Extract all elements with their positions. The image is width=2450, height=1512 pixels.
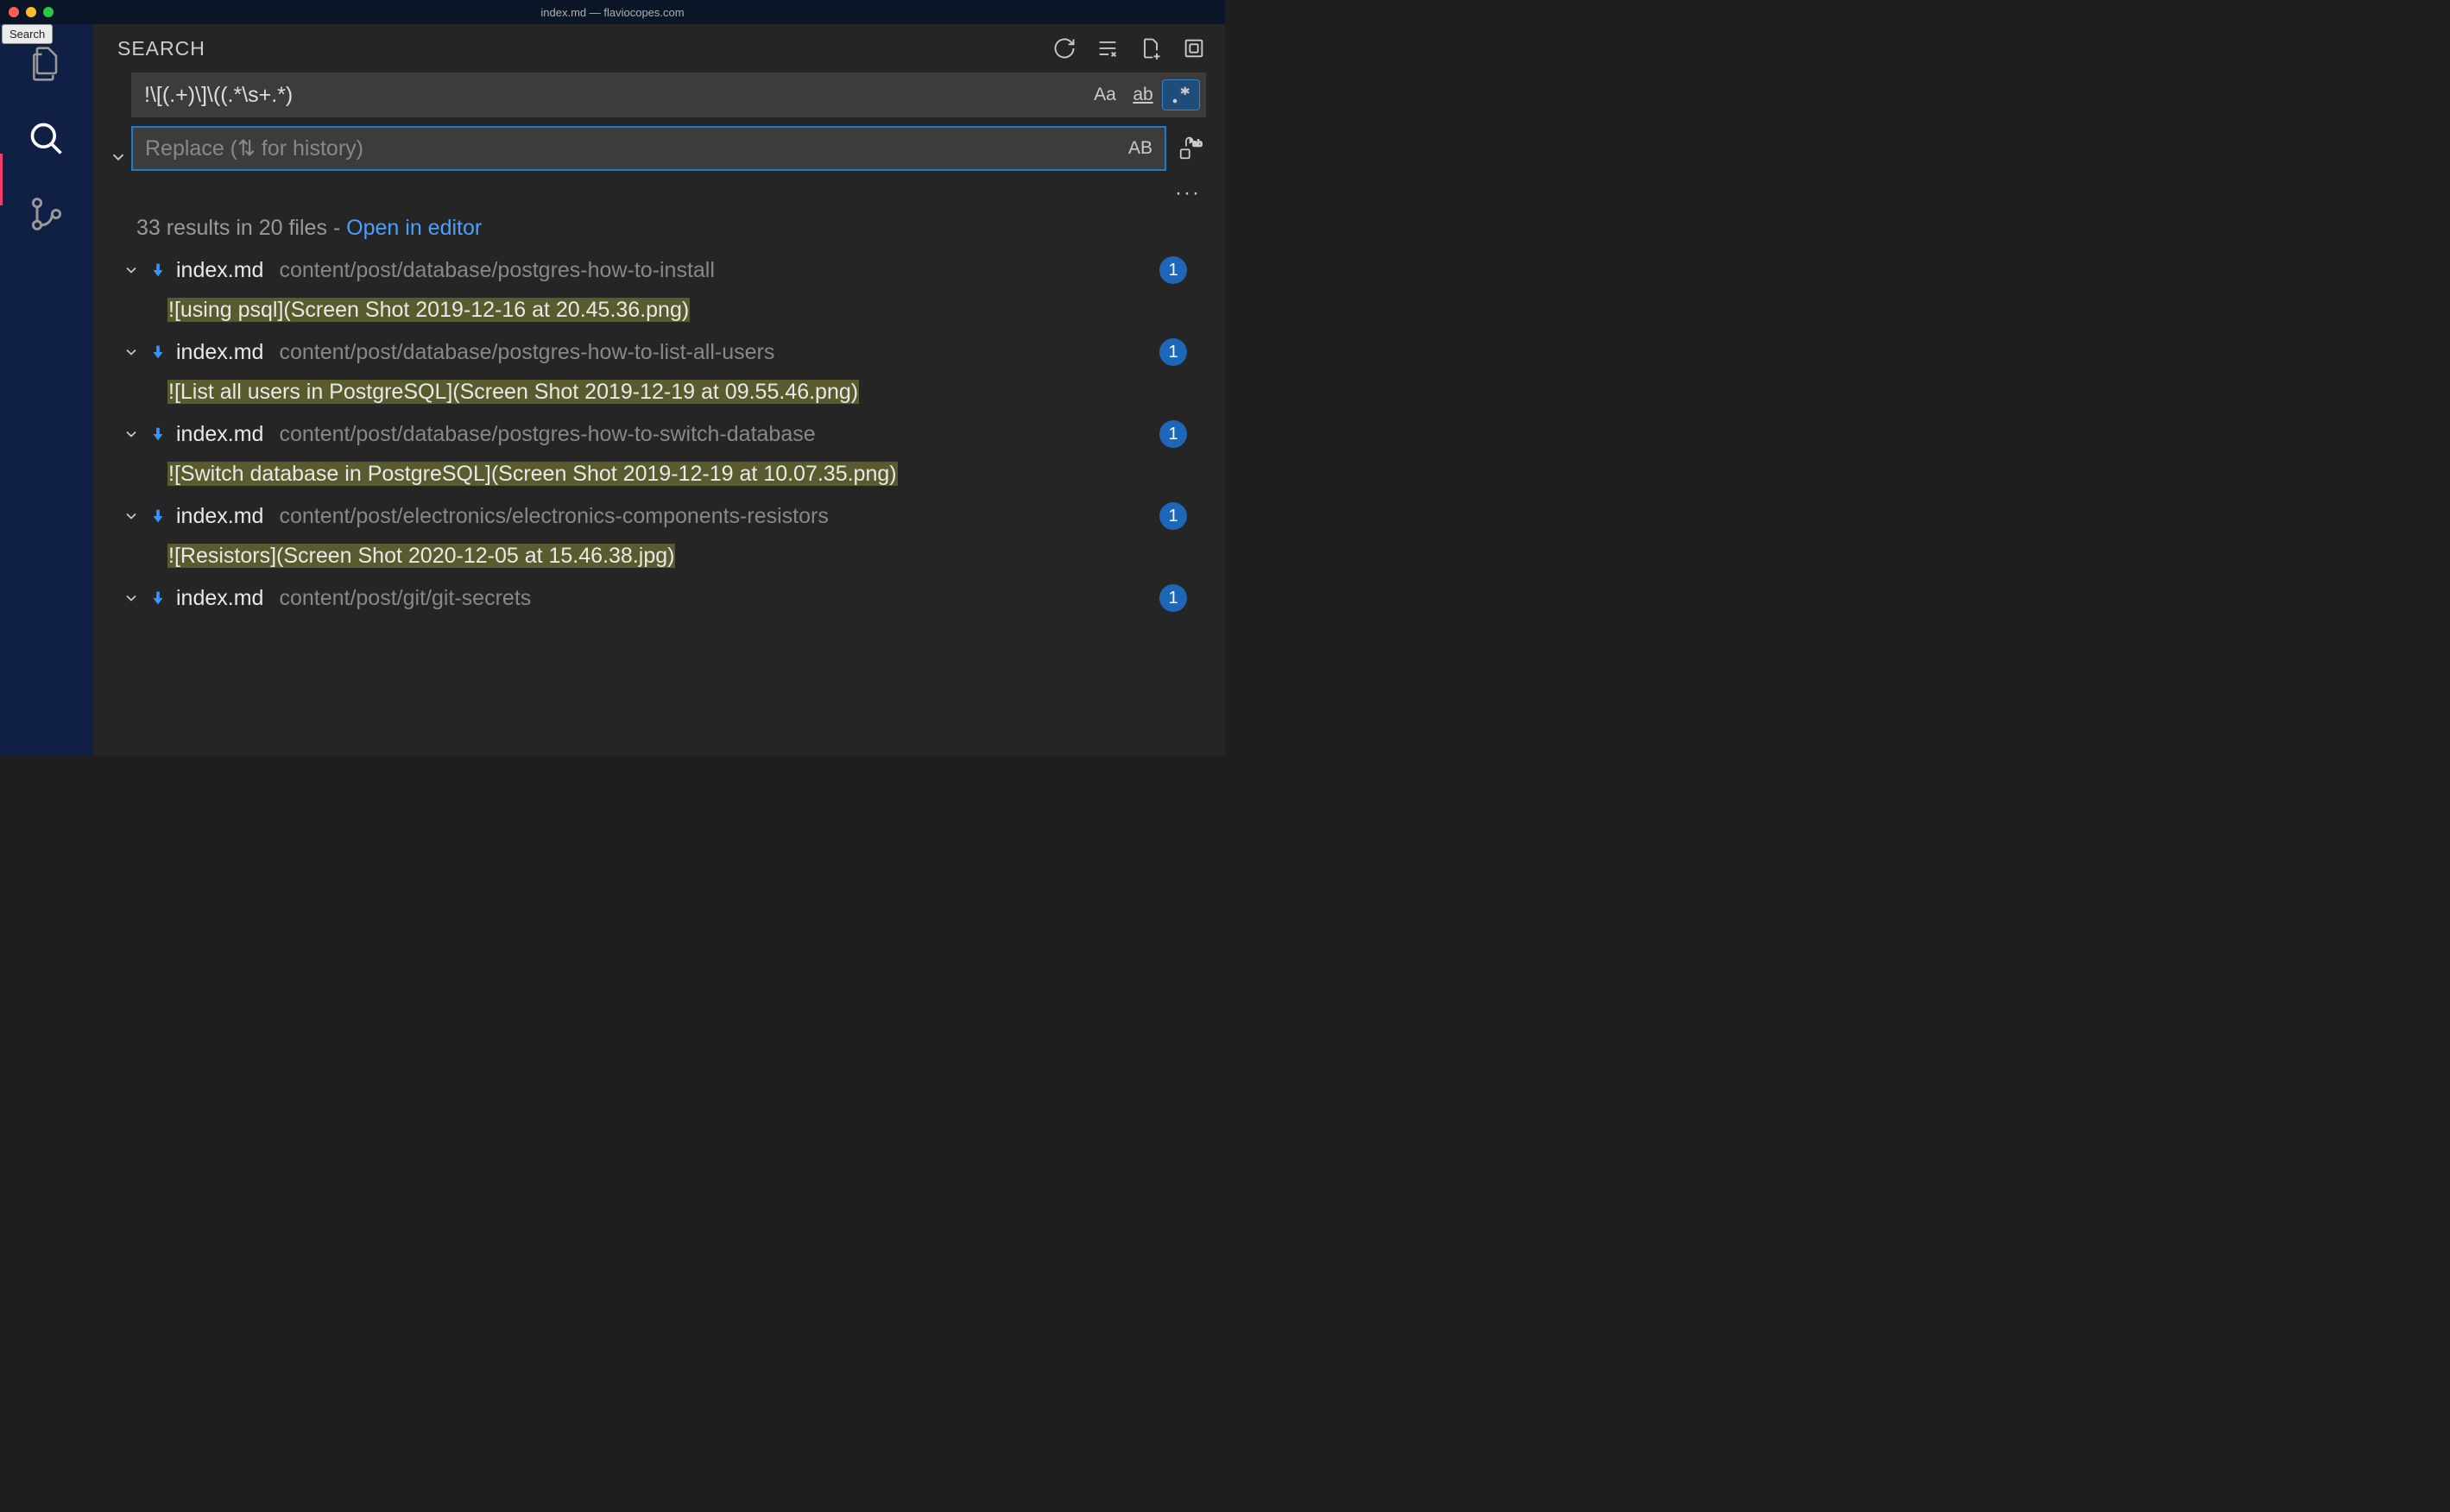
whole-word-toggle[interactable]: ab [1124,79,1162,110]
panel-title: SEARCH [117,37,205,60]
result-group: index.md content/post/electronics/electr… [116,495,1206,576]
markdown-file-icon [148,343,167,362]
results-count-text: 33 results in 20 files [136,216,327,240]
replace-input[interactable] [133,136,1121,161]
toggle-replace-button[interactable] [105,148,131,167]
result-file-row[interactable]: index.md content/post/electronics/electr… [116,495,1206,537]
search-panel: SEARCH [93,24,1225,756]
result-group: index.md content/post/database/postgres-… [116,249,1206,330]
result-match-row[interactable]: ![Switch database in PostgreSQL](Screen … [116,455,1206,494]
source-control-activity[interactable] [24,192,69,236]
result-file-name: index.md [176,504,263,529]
search-body: Aa ab AB [93,72,1225,621]
replace-input-options: AB [1121,133,1165,164]
replace-all-button[interactable]: ab [1175,135,1206,161]
markdown-file-icon [148,261,167,280]
result-file-row[interactable]: index.md content/post/git/git-secrets 1 [116,577,1206,619]
open-in-editor-link[interactable]: Open in editor [346,216,482,240]
main-area: SEARCH [0,24,1225,756]
activity-bar [0,24,93,756]
inputs-column: Aa ab AB [131,72,1206,205]
chevron-down-icon [123,589,140,607]
chevron-down-icon [123,261,140,279]
preserve-case-toggle[interactable]: AB [1121,133,1159,164]
search-input-container: Aa ab [131,72,1206,117]
regex-toggle[interactable] [1162,79,1200,110]
result-file-name: index.md [176,258,263,283]
search-activity[interactable] [24,117,69,161]
results-summary: 33 results in 20 files - Open in editor [105,205,1206,249]
new-search-editor-button[interactable] [1139,36,1163,60]
result-group: index.md content/post/database/postgres-… [116,413,1206,494]
result-file-name: index.md [176,586,263,611]
search-row: Aa ab AB [105,72,1206,205]
result-count-badge: 1 [1159,420,1187,448]
titlebar: index.md — flaviocopes.com [0,0,1225,24]
match-highlight: ![using psql](Screen Shot 2019-12-16 at … [167,298,690,322]
result-file-path: content/post/database/postgres-how-to-sw… [279,422,815,447]
close-window-button[interactable] [9,7,19,17]
traffic-lights [0,7,54,17]
result-group: index.md content/post/database/postgres-… [116,331,1206,412]
result-count-badge: 1 [1159,338,1187,366]
search-input[interactable] [132,83,1086,108]
results-sep: - [327,216,346,240]
result-file-row[interactable]: index.md content/post/database/postgres-… [116,249,1206,291]
result-count-badge: 1 [1159,256,1187,284]
maximize-window-button[interactable] [43,7,54,17]
result-file-name: index.md [176,340,263,365]
explorer-activity[interactable] [24,41,69,86]
match-highlight: ![Resistors](Screen Shot 2020-12-05 at 1… [167,544,675,568]
result-match-row[interactable]: ![List all users in PostgreSQL](Screen S… [116,373,1206,412]
chevron-down-icon [123,507,140,525]
toggle-search-details[interactable]: ··· [131,180,1206,205]
panel-actions [1052,36,1206,60]
search-tooltip: Search [2,24,53,44]
active-indicator [0,154,3,205]
minimize-window-button[interactable] [26,7,36,17]
replace-row: AB ab [131,126,1206,171]
result-group: index.md content/post/git/git-secrets 1 [116,577,1206,619]
collapse-results-button[interactable] [1182,36,1206,60]
result-match-row[interactable]: ![Resistors](Screen Shot 2020-12-05 at 1… [116,537,1206,576]
match-highlight: ![Switch database in PostgreSQL](Screen … [167,462,898,486]
chevron-down-icon [123,343,140,361]
result-count-badge: 1 [1159,502,1187,530]
match-highlight: ![List all users in PostgreSQL](Screen S… [167,380,859,404]
result-match-row[interactable]: ![using psql](Screen Shot 2019-12-16 at … [116,291,1206,330]
match-case-toggle[interactable]: Aa [1086,79,1124,110]
search-input-options: Aa ab [1086,79,1205,110]
replace-input-container: AB [131,126,1166,171]
window-title: index.md — flaviocopes.com [540,6,684,19]
vscode-window: index.md — flaviocopes.com Search [0,0,1225,756]
result-file-row[interactable]: index.md content/post/database/postgres-… [116,413,1206,455]
chevron-down-icon [123,425,140,443]
results-list: index.md content/post/database/postgres-… [105,249,1206,621]
markdown-file-icon [148,425,167,444]
clear-results-button[interactable] [1096,36,1120,60]
result-file-row[interactable]: index.md content/post/database/postgres-… [116,331,1206,373]
markdown-file-icon [148,589,167,608]
result-file-name: index.md [176,422,263,447]
result-file-path: content/post/git/git-secrets [279,586,531,611]
result-file-path: content/post/database/postgres-how-to-in… [279,258,714,283]
markdown-file-icon [148,507,167,526]
result-file-path: content/post/electronics/electronics-com… [279,504,828,529]
result-file-path: content/post/database/postgres-how-to-li… [279,340,774,365]
svg-text:ab: ab [1193,140,1203,149]
panel-header: SEARCH [93,24,1225,72]
result-count-badge: 1 [1159,584,1187,612]
refresh-button[interactable] [1052,36,1077,60]
